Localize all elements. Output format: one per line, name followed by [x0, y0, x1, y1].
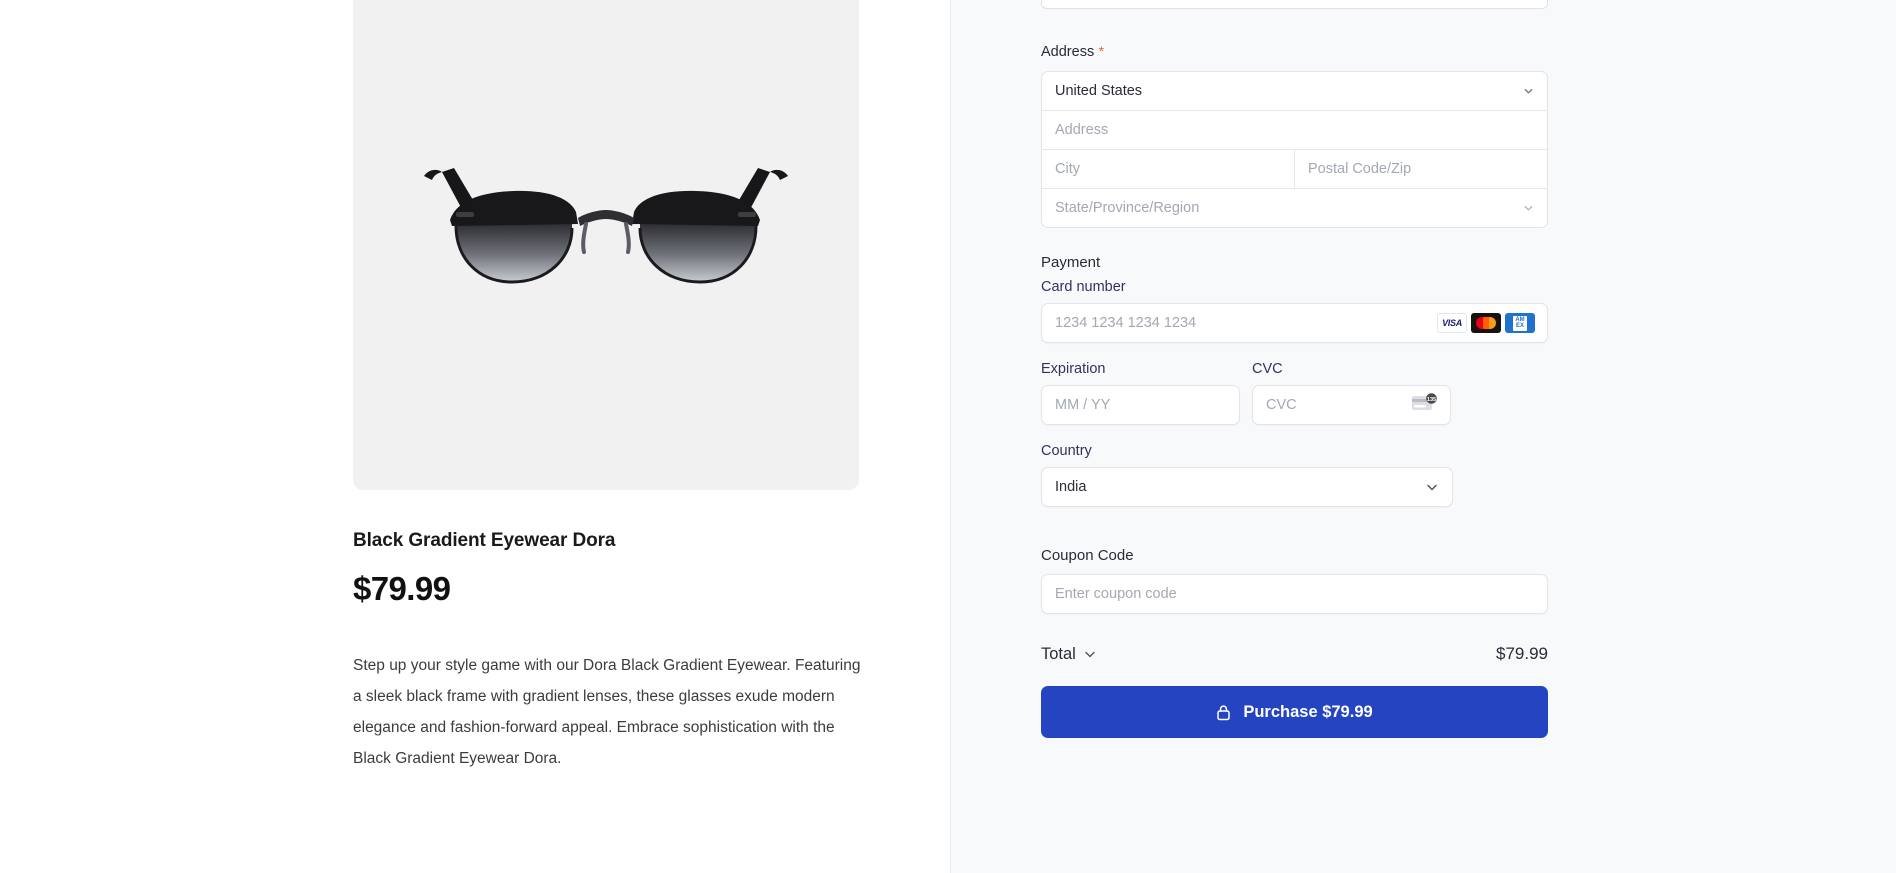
address-required-marker: *	[1098, 43, 1105, 59]
cvc-input[interactable]: CVC 135	[1252, 385, 1451, 425]
chevron-down-icon	[1524, 88, 1533, 94]
address-postal-input[interactable]: Postal Code/Zip	[1294, 150, 1547, 188]
address-street-row: Address	[1042, 111, 1547, 150]
card-number-placeholder: 1234 1234 1234 1234	[1055, 315, 1197, 331]
address-label-row: Address *	[1041, 43, 1548, 61]
country-value: India	[1055, 479, 1087, 495]
address-group: United States Address City Postal Code/Z…	[1041, 71, 1548, 228]
address-state-placeholder: State/Province/Region	[1055, 200, 1200, 216]
address-country-row: United States	[1042, 72, 1547, 111]
cvc-label: CVC	[1252, 361, 1283, 377]
address-state-row: State/Province/Region	[1042, 189, 1547, 227]
cvc-hint-digits: 135	[1427, 397, 1436, 403]
expiration-group: Expiration MM / YY	[1041, 361, 1240, 425]
expiration-label: Expiration	[1041, 361, 1106, 377]
address-state-select[interactable]: State/Province/Region	[1042, 189, 1547, 227]
address-street-input[interactable]: Address	[1042, 111, 1547, 149]
product-title: Black Gradient Eyewear Dora	[353, 530, 616, 551]
coupon-placeholder: Enter coupon code	[1055, 586, 1177, 602]
address-city-postal-row: City Postal Code/Zip	[1042, 150, 1547, 189]
address-country-value: United States	[1055, 83, 1143, 99]
card-number-input[interactable]: 1234 1234 1234 1234 VISA AM EX	[1041, 303, 1548, 343]
address-label: Address	[1041, 44, 1095, 60]
visa-icon: VISA	[1437, 313, 1467, 333]
mastercard-icon	[1471, 313, 1501, 333]
checkout-pane: Address * United States Address City Pos…	[950, 0, 1896, 873]
cvc-group: CVC CVC 135	[1252, 361, 1451, 425]
previous-field-clipped[interactable]	[1041, 0, 1548, 9]
chevron-down-icon	[1427, 484, 1437, 491]
address-city-input[interactable]: City	[1042, 150, 1294, 188]
lock-icon	[1217, 704, 1231, 720]
card-number-label: Card number	[1041, 279, 1126, 295]
cvc-card-hint-icon: 135	[1412, 393, 1438, 417]
coupon-input[interactable]: Enter coupon code	[1041, 574, 1548, 614]
total-amount: $79.99	[1496, 644, 1548, 663]
address-country-select[interactable]: United States	[1042, 72, 1547, 110]
product-image	[353, 0, 859, 490]
checkout-form: Address * United States Address City Pos…	[1041, 0, 1548, 738]
purchase-button-label: Purchase $79.99	[1243, 702, 1373, 721]
card-brand-icons: VISA AM EX	[1437, 313, 1535, 333]
product-description: Step up your style game with our Dora Bl…	[353, 657, 861, 767]
chevron-down-icon[interactable]	[1083, 647, 1097, 661]
amex-icon: AM EX	[1505, 313, 1535, 333]
total-row[interactable]: Total $79.99	[1041, 644, 1548, 664]
country-label: Country	[1041, 443, 1092, 459]
product-image-wrapper	[353, 0, 859, 490]
country-select[interactable]: India	[1041, 467, 1453, 507]
expiration-input[interactable]: MM / YY	[1041, 385, 1240, 425]
pane-divider	[950, 0, 951, 873]
total-label-group[interactable]: Total	[1041, 645, 1097, 664]
coupon-label: Coupon Code	[1041, 547, 1134, 564]
chevron-down-icon	[1524, 205, 1533, 211]
product-price: $79.99	[353, 570, 451, 607]
checkout-page: Black Gradient Eyewear Dora $79.99 Step …	[0, 0, 1896, 873]
expiration-placeholder: MM / YY	[1055, 397, 1111, 413]
product-pane: Black Gradient Eyewear Dora $79.99 Step …	[0, 0, 950, 873]
purchase-button[interactable]: Purchase $79.99	[1041, 686, 1548, 738]
total-label: Total	[1041, 644, 1076, 663]
expiry-cvc-row: Expiration MM / YY CVC CVC 135	[1041, 361, 1548, 425]
payment-section-label: Payment	[1041, 254, 1101, 271]
cvc-placeholder: CVC	[1266, 397, 1297, 413]
sunglasses-icon	[424, 168, 788, 284]
